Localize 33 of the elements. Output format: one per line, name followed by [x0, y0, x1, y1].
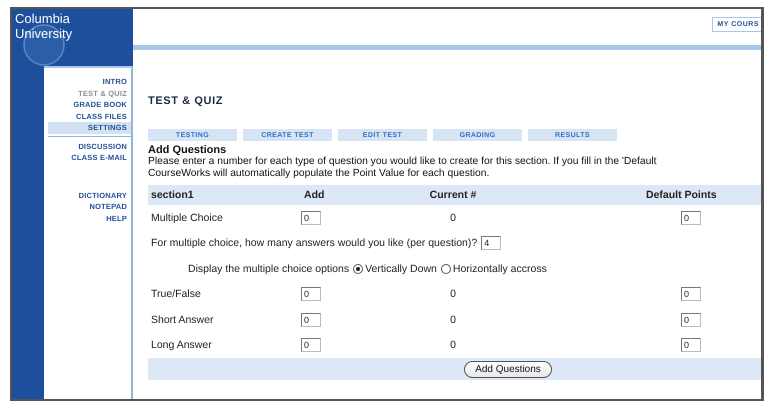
current-count: 0: [449, 212, 457, 224]
current-count: 0: [449, 314, 457, 326]
radio-option[interactable]: Vertically Down: [353, 262, 437, 275]
radio-icon[interactable]: [440, 264, 451, 274]
question-type: Short Answer: [150, 314, 214, 326]
add-questions-button[interactable]: Add Questions: [464, 360, 552, 378]
default-points-field[interactable]: 0: [681, 210, 701, 225]
add-count-field[interactable]: 0: [301, 287, 321, 302]
add-count-field[interactable]: 0: [301, 210, 321, 225]
logo-text: Columbia University: [15, 11, 74, 41]
radio-icon[interactable]: [353, 264, 364, 274]
question-type: True/False: [150, 288, 202, 300]
section-heading: Add Questions: [148, 144, 228, 156]
column-header: section1: [150, 189, 195, 201]
question-type: Multiple Choice: [150, 212, 224, 224]
page-title: TEST & QUIZ: [148, 95, 224, 107]
radio-option[interactable]: Horizontally accross: [440, 262, 547, 275]
current-count: 0: [449, 339, 457, 352]
add-count-field[interactable]: 0: [301, 338, 321, 352]
question-type: Long Answer: [150, 339, 213, 352]
default-points-field[interactable]: 0: [681, 312, 701, 327]
default-points-field[interactable]: 0: [681, 287, 701, 302]
default-points-field[interactable]: 0: [681, 338, 701, 352]
column-header: Add: [303, 189, 326, 201]
display-options-label: Display the multiple choice options: [188, 262, 350, 275]
column-header: Default Points: [645, 189, 718, 201]
instruction-text: CourseWorks will automatically populate the Point Value for each question.: [148, 168, 490, 180]
add-count-field[interactable]: 0: [301, 312, 321, 327]
current-count: 0: [449, 288, 457, 300]
answers-count-field[interactable]: 4: [481, 236, 502, 250]
instruction-text: Please enter a number for each type of question you would like to create for this section. If you fill in the 'Default: [148, 156, 658, 168]
column-header: Current #: [428, 189, 478, 201]
answers-prompt: For multiple choice, how many answers would you like (per question)?: [151, 237, 478, 250]
